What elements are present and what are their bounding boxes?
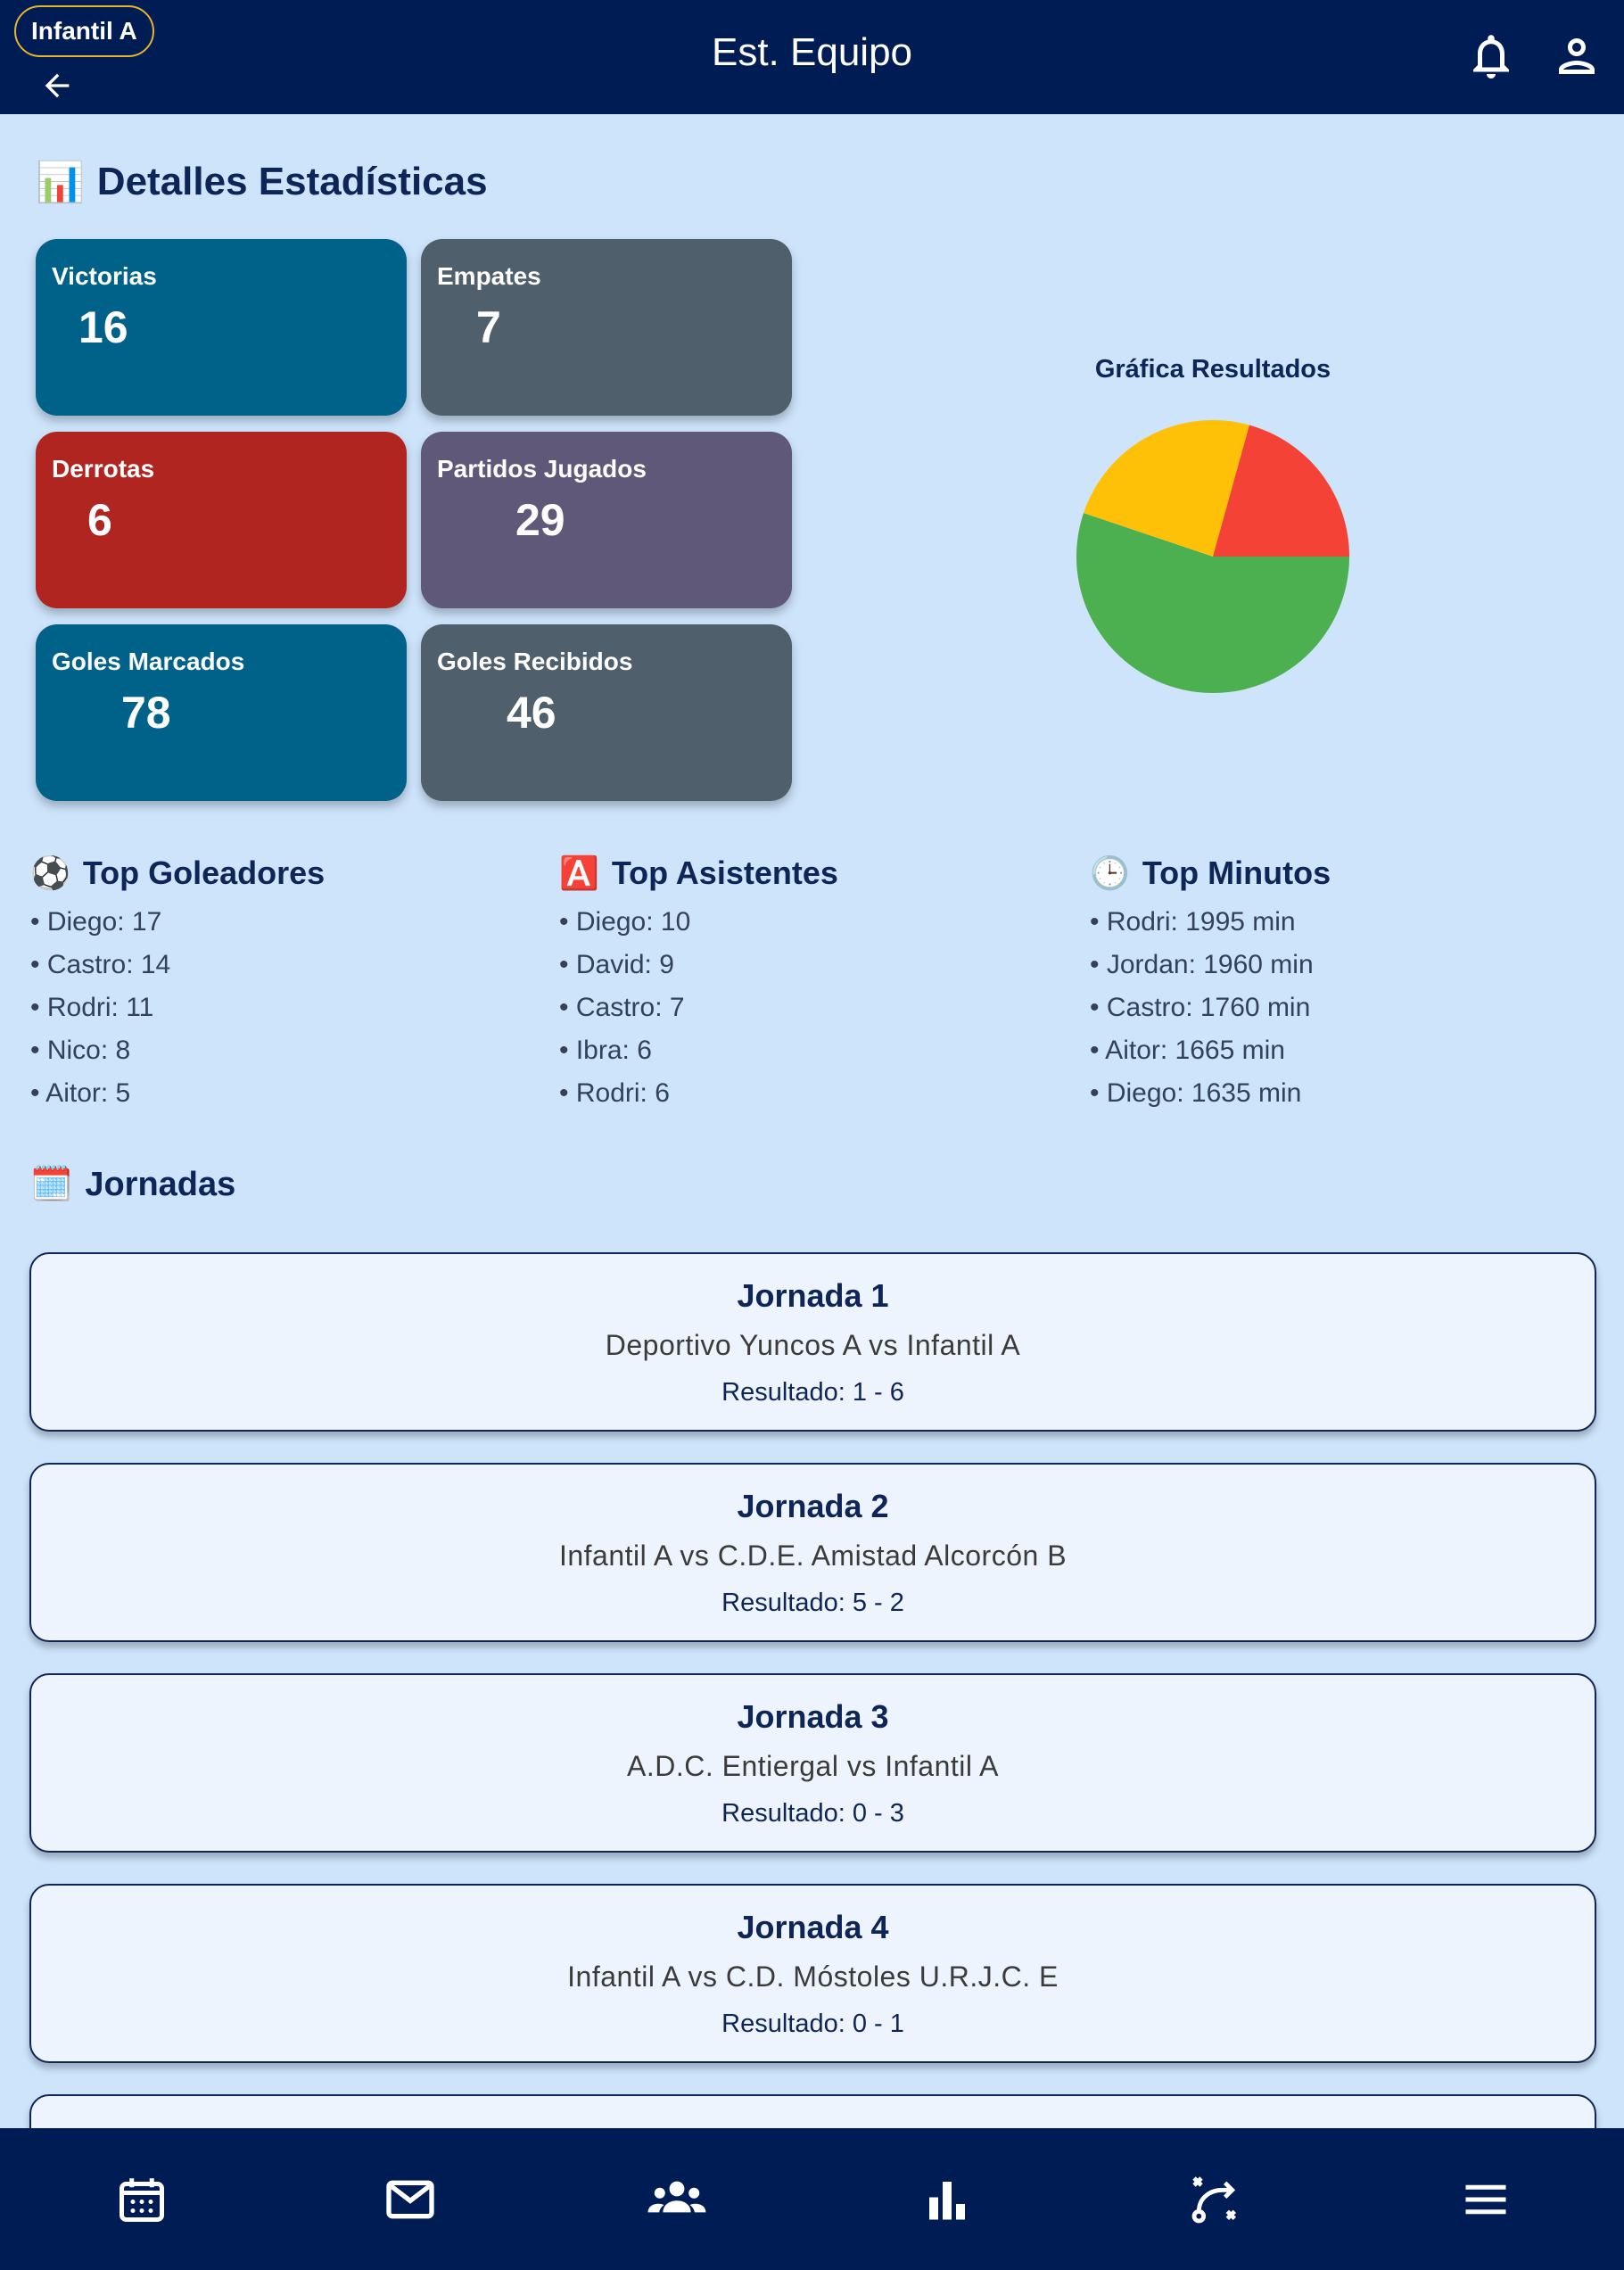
list-item: • Rodri: 1995 min bbox=[1090, 907, 1296, 937]
soccer-ball-icon: ⚽ bbox=[30, 854, 70, 891]
list-item: • Diego: 17 bbox=[30, 907, 162, 937]
list-item: • Castro: 1760 min bbox=[1090, 993, 1311, 1022]
nav-mail-button[interactable] bbox=[378, 2167, 442, 2232]
match-card[interactable]: Jornada 3 A.D.C. Entiergal vs Infantil A… bbox=[29, 1673, 1596, 1853]
list-item: • Jordan: 1960 min bbox=[1090, 950, 1314, 979]
list-item: • Aitor: 5 bbox=[30, 1078, 131, 1108]
bell-icon[interactable] bbox=[1464, 29, 1518, 84]
match-result: Resultado: 0 - 1 bbox=[721, 2010, 904, 2038]
stat-card-victorias: Victorias 16 bbox=[36, 239, 407, 416]
stat-value: 78 bbox=[121, 688, 171, 738]
stat-value: 7 bbox=[476, 302, 501, 352]
team-icon bbox=[647, 2181, 706, 2213]
chart-emoji-icon: 📊 bbox=[36, 161, 85, 204]
list-item: • Nico: 8 bbox=[30, 1036, 131, 1065]
results-pie-chart bbox=[1076, 420, 1349, 693]
match-title: Jornada 4 bbox=[737, 1909, 889, 1945]
bottom-navigation bbox=[0, 2128, 1624, 2270]
match-title: Jornada 3 bbox=[737, 1698, 889, 1735]
stat-value: 16 bbox=[78, 302, 128, 352]
top-minutos-title: 🕒 Top Minutos bbox=[1090, 854, 1331, 891]
list-item: • David: 9 bbox=[559, 950, 674, 979]
match-title: Jornada 2 bbox=[737, 1488, 889, 1524]
match-result: Resultado: 0 - 3 bbox=[721, 1799, 904, 1828]
match-title: Jornada 1 bbox=[737, 1277, 889, 1314]
list-item: • Diego: 1635 min bbox=[1090, 1078, 1302, 1108]
stat-card-derrotas: Derrotas 6 bbox=[36, 432, 407, 608]
menu-icon bbox=[1465, 2184, 1506, 2215]
list-item: • Aitor: 1665 min bbox=[1090, 1036, 1285, 1065]
stat-card-empates: Empates 7 bbox=[421, 239, 792, 416]
stat-value: 46 bbox=[507, 688, 556, 738]
stat-card-partidos: Partidos Jugados 29 bbox=[421, 432, 792, 608]
stat-value: 29 bbox=[515, 495, 565, 545]
nav-menu-button[interactable] bbox=[1454, 2167, 1518, 2232]
top-minutos: 🕒 Top Minutos • Rodri: 1995 min • Jordan… bbox=[1090, 854, 1589, 1115]
list-item: • Rodri: 11 bbox=[30, 993, 154, 1022]
mail-icon bbox=[386, 2180, 434, 2219]
list-item: • Diego: 10 bbox=[559, 907, 691, 937]
nav-calendar-button[interactable] bbox=[110, 2167, 174, 2232]
match-card[interactable]: Jornada 2 Infantil A vs C.D.E. Amistad A… bbox=[29, 1463, 1596, 1642]
match-card[interactable]: Jornada 1 Deportivo Yuncos A vs Infantil… bbox=[29, 1252, 1596, 1432]
list-item: • Castro: 7 bbox=[559, 993, 685, 1022]
stat-label: Goles Recibidos bbox=[437, 648, 633, 675]
match-result: Resultado: 1 - 6 bbox=[721, 1378, 904, 1407]
match-card[interactable]: Jornada 4 Infantil A vs C.D. Móstoles U.… bbox=[29, 1884, 1596, 2063]
stat-label: Goles Marcados bbox=[52, 648, 245, 675]
nav-tactics-button[interactable] bbox=[1183, 2167, 1248, 2232]
list-item: • Ibra: 6 bbox=[559, 1036, 652, 1065]
stat-label: Victorias bbox=[52, 262, 157, 290]
nav-stats-button[interactable] bbox=[915, 2167, 979, 2232]
stats-section-title: 📊 Detalles Estadísticas bbox=[36, 160, 488, 204]
stat-label: Derrotas bbox=[52, 455, 155, 483]
jornadas-title: 🗓️ Jornadas bbox=[30, 1165, 236, 1204]
match-result: Resultado: 5 - 2 bbox=[721, 1589, 904, 1617]
page-title: Est. Equipo bbox=[711, 30, 913, 74]
clock-icon: 🕒 bbox=[1090, 854, 1130, 891]
top-goleadores: ⚽ Top Goleadores • Diego: 17 • Castro: 1… bbox=[30, 854, 530, 1115]
chart-title: Gráfica Resultados bbox=[1094, 355, 1331, 384]
list-item: • Castro: 14 bbox=[30, 950, 171, 979]
tactics-icon bbox=[1191, 2176, 1237, 2224]
top-goleadores-title: ⚽ Top Goleadores bbox=[30, 854, 326, 891]
top-app-bar: Infantil A Est. Equipo bbox=[0, 0, 1624, 114]
top-asistentes-title: 🅰️ Top Asistentes bbox=[559, 854, 838, 891]
content-area[interactable]: 📊 Detalles Estadísticas Victorias 16 Emp… bbox=[0, 114, 1624, 2128]
match-teams: Deportivo Yuncos A vs Infantil A bbox=[605, 1329, 1021, 1361]
stat-label: Empates bbox=[437, 262, 541, 290]
stat-value: 6 bbox=[87, 495, 112, 545]
stat-card-goles-marcados: Goles Marcados 78 bbox=[36, 624, 407, 801]
nav-team-button[interactable] bbox=[645, 2167, 709, 2232]
user-icon[interactable] bbox=[1550, 29, 1603, 84]
match-teams: A.D.C. Entiergal vs Infantil A bbox=[627, 1750, 999, 1782]
stats-icon bbox=[929, 2182, 965, 2220]
stat-label: Partidos Jugados bbox=[437, 455, 647, 483]
calendar-icon bbox=[120, 2178, 164, 2222]
match-card-partial[interactable] bbox=[29, 2094, 1596, 2128]
stat-card-goles-recibidos: Goles Recibidos 46 bbox=[421, 624, 792, 801]
top-asistentes: 🅰️ Top Asistentes • Diego: 10 • David: 9… bbox=[559, 854, 1059, 1115]
match-teams: Infantil A vs C.D. Móstoles U.R.J.C. E bbox=[567, 1960, 1059, 1993]
a-button-icon: 🅰️ bbox=[559, 854, 599, 891]
match-teams: Infantil A vs C.D.E. Amistad Alcorcón B bbox=[558, 1539, 1068, 1572]
list-item: • Rodri: 6 bbox=[559, 1078, 670, 1108]
calendar-emoji-icon: 🗓️ bbox=[30, 1166, 73, 1203]
